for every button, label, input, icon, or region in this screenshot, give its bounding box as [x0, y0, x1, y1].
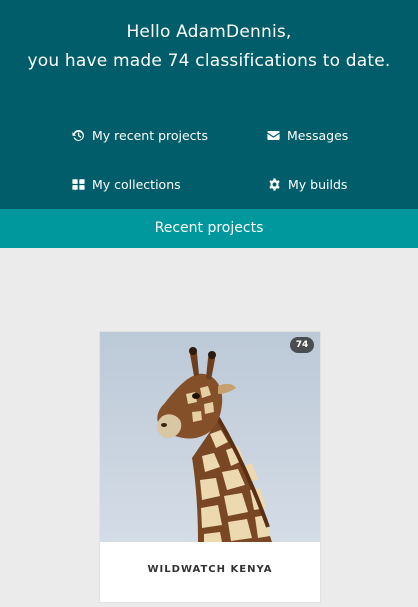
nav-collections-link[interactable]: My collections: [72, 174, 181, 194]
classification-count-badge: 74: [290, 337, 314, 353]
giraffe-photo: [100, 332, 320, 542]
nav-builds-link[interactable]: My builds: [268, 174, 347, 194]
gear-icon: [269, 177, 280, 191]
nav-builds-label: My builds: [288, 176, 348, 192]
greeting-hello: Hello AdamDennis,: [126, 22, 292, 42]
nav-messages-label: Messages: [287, 127, 349, 143]
tab-recent-projects[interactable]: Recent projects: [0, 209, 418, 248]
project-title: WILDWATCH KENYA: [147, 564, 273, 575]
nav-recent-projects-link[interactable]: My recent projects: [72, 125, 208, 145]
envelope-icon: [267, 130, 280, 140]
nav-messages-link[interactable]: Messages: [267, 125, 348, 145]
history-icon: [72, 129, 84, 141]
header: Hello AdamDennis, you have made 74 class…: [0, 0, 418, 209]
greeting-classifications: you have made 74 classifications to date…: [27, 51, 391, 71]
nav-recent-projects-label: My recent projects: [92, 127, 208, 143]
nav-collections-label: My collections: [92, 176, 181, 192]
greeting: Hello AdamDennis, you have made 74 class…: [0, 18, 418, 76]
project-card[interactable]: 74 WILDWATCH KENYA: [100, 332, 320, 602]
grid-icon: [72, 178, 85, 190]
